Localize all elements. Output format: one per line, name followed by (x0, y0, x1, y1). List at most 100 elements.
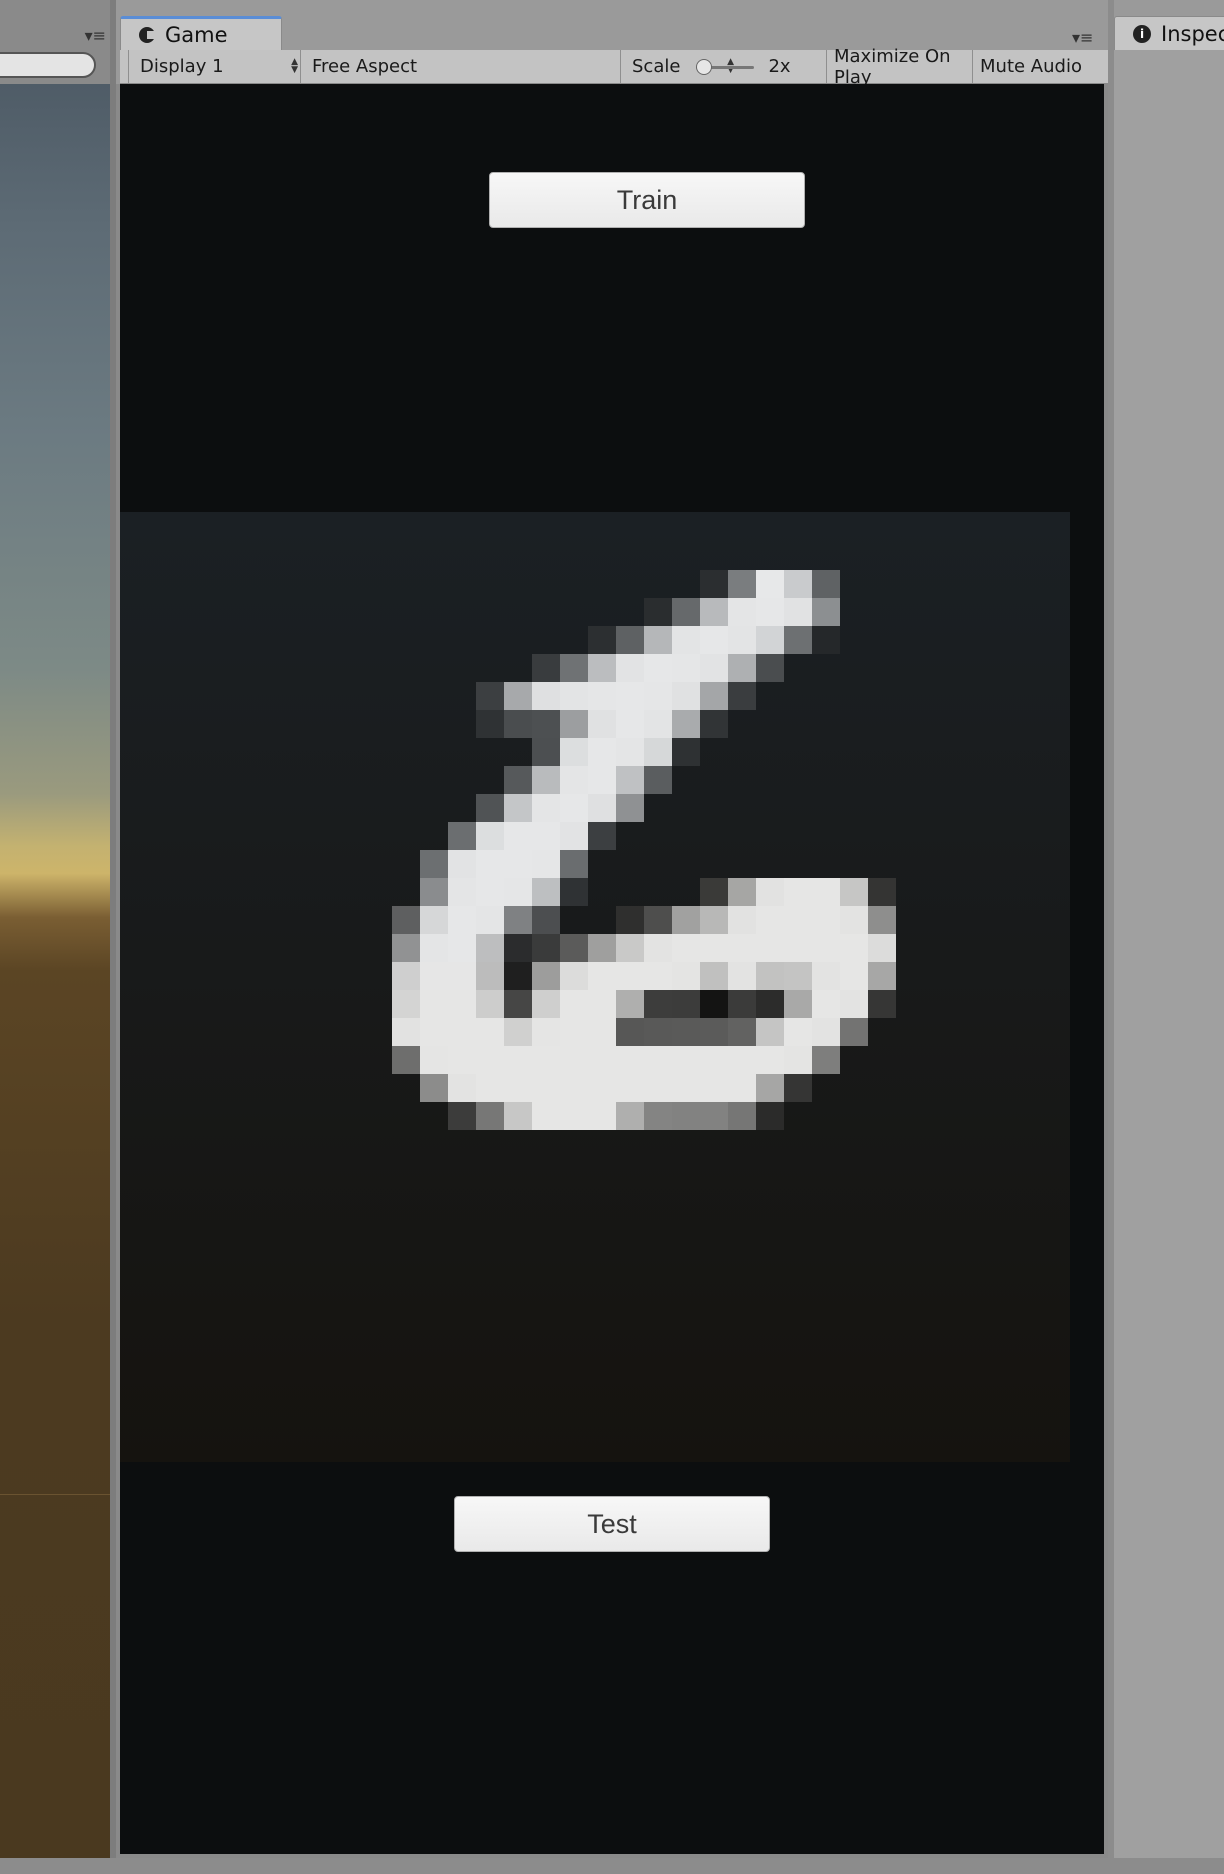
digit-pixel (588, 822, 616, 850)
digit-pixel (756, 878, 784, 906)
digit-drawing-canvas[interactable] (120, 512, 1070, 1462)
digit-pixel (700, 990, 728, 1018)
display-dropdown[interactable]: Display 1 ▲ ▼ (140, 50, 304, 83)
handwritten-digit-image (392, 570, 896, 1130)
digit-pixel (532, 934, 560, 962)
tab-game[interactable]: Game (120, 16, 282, 50)
digit-pixel (616, 738, 644, 766)
digit-pixel (756, 570, 784, 598)
toolbar-separator (128, 50, 129, 83)
digit-pixel (672, 934, 700, 962)
digit-pixel (644, 738, 672, 766)
digit-pixel (700, 654, 728, 682)
digit-pixel (728, 654, 756, 682)
tab-inspector[interactable]: i Inspector (1114, 16, 1224, 50)
digit-pixel (532, 1074, 560, 1102)
scale-label: Scale (632, 56, 681, 77)
digit-pixel (532, 682, 560, 710)
maximize-on-play-toggle[interactable]: Maximize On Play (834, 46, 982, 88)
game-view[interactable]: Train Test (120, 84, 1104, 1854)
digit-pixel (616, 654, 644, 682)
digit-pixel (448, 1046, 476, 1074)
digit-pixel (756, 626, 784, 654)
digit-pixel (728, 906, 756, 934)
scene-panel: ▾≡ (0, 0, 112, 1874)
digit-pixel (812, 934, 840, 962)
aspect-dropdown-label: Free Aspect (312, 56, 418, 77)
digit-pixel (616, 794, 644, 822)
digit-pixel (420, 1074, 448, 1102)
digit-pixel (672, 1074, 700, 1102)
status-bar (0, 1858, 1224, 1874)
digit-pixel (392, 906, 420, 934)
mute-audio-toggle[interactable]: Mute Audio (980, 50, 1108, 83)
digit-pixel (644, 626, 672, 654)
digit-pixel (812, 598, 840, 626)
digit-pixel (504, 990, 532, 1018)
digit-pixel (560, 934, 588, 962)
digit-pixel (560, 654, 588, 682)
digit-pixel (728, 962, 756, 990)
digit-pixel (532, 878, 560, 906)
digit-pixel (672, 1046, 700, 1074)
scene-viewport[interactable] (0, 84, 110, 1858)
digit-pixel (560, 738, 588, 766)
digit-pixel (532, 990, 560, 1018)
digit-pixel (700, 962, 728, 990)
digit-pixel (616, 626, 644, 654)
toolbar-separator (300, 50, 301, 83)
digit-pixel (476, 962, 504, 990)
digit-pixel (868, 878, 896, 906)
digit-pixel (756, 906, 784, 934)
digit-pixel (476, 1102, 504, 1130)
digit-pixel (504, 710, 532, 738)
digit-pixel (644, 710, 672, 738)
digit-pixel (616, 1046, 644, 1074)
digit-pixel (420, 850, 448, 878)
digit-pixel (700, 1074, 728, 1102)
digit-pixel (588, 1102, 616, 1130)
digit-pixel (420, 990, 448, 1018)
digit-pixel (812, 990, 840, 1018)
digit-pixel (840, 906, 868, 934)
digit-pixel (504, 850, 532, 878)
digit-pixel (588, 1018, 616, 1046)
digit-pixel (700, 934, 728, 962)
digit-pixel (448, 990, 476, 1018)
digit-pixel (644, 598, 672, 626)
digit-pixel (476, 934, 504, 962)
digit-pixel (588, 1074, 616, 1102)
digit-pixel (812, 962, 840, 990)
digit-pixel (728, 878, 756, 906)
scale-slider-thumb[interactable] (696, 58, 713, 75)
digit-pixel (672, 598, 700, 626)
digit-pixel (672, 1018, 700, 1046)
digit-pixel (616, 766, 644, 794)
digit-pixel (504, 934, 532, 962)
digit-pixel (756, 962, 784, 990)
digit-pixel (504, 794, 532, 822)
digit-pixel (560, 878, 588, 906)
digit-pixel (532, 710, 560, 738)
digit-pixel (756, 654, 784, 682)
digit-pixel (504, 766, 532, 794)
panel-menu-icon[interactable]: ▾≡ (85, 26, 106, 45)
digit-pixel (532, 1046, 560, 1074)
test-button[interactable]: Test (454, 1496, 770, 1552)
digit-pixel (532, 822, 560, 850)
scene-search-input[interactable] (0, 52, 96, 78)
train-button[interactable]: Train (489, 172, 805, 228)
digit-pixel (644, 1046, 672, 1074)
digit-pixel (812, 878, 840, 906)
digit-pixel (672, 626, 700, 654)
digit-pixel (700, 710, 728, 738)
panel-menu-icon[interactable]: ▾≡ (1072, 28, 1093, 47)
scale-value: 2x (768, 56, 791, 77)
digit-pixel (588, 738, 616, 766)
scale-slider[interactable] (696, 58, 755, 75)
digit-pixel (532, 766, 560, 794)
digit-pixel (700, 906, 728, 934)
digit-pixel (476, 1074, 504, 1102)
digit-pixel (784, 934, 812, 962)
digit-pixel (756, 1102, 784, 1130)
